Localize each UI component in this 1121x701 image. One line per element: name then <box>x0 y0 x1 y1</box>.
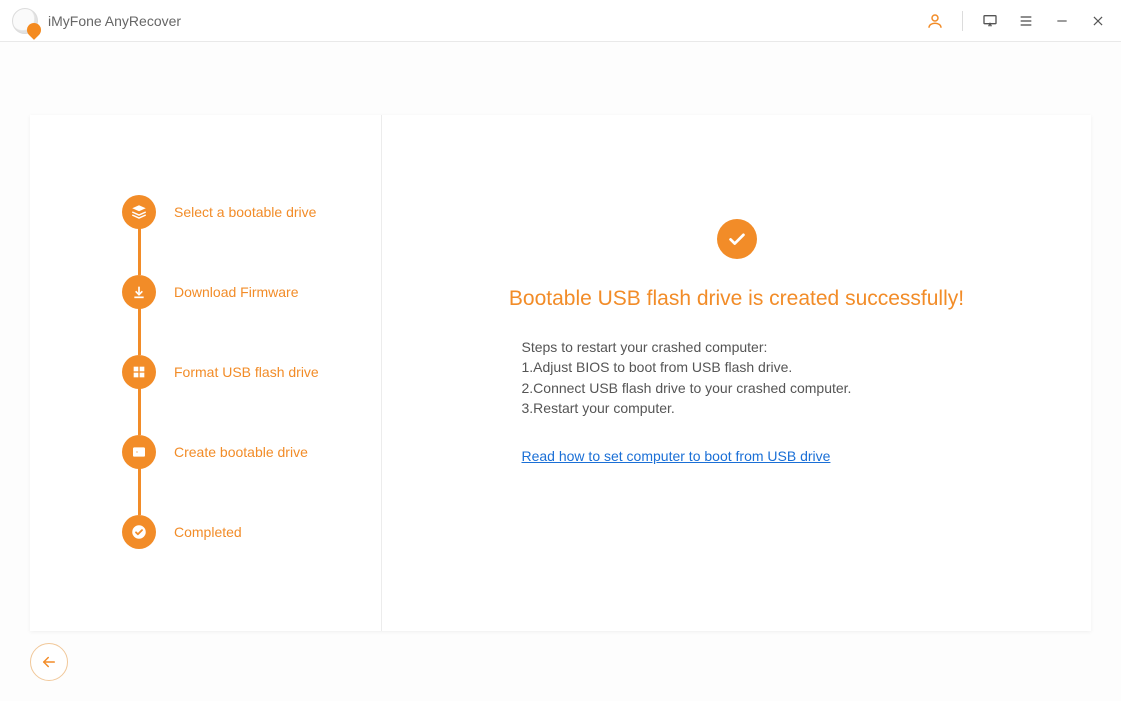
step-select-bootable-drive: Select a bootable drive <box>122 195 381 229</box>
step-connector <box>138 225 141 275</box>
close-icon[interactable] <box>1089 12 1107 30</box>
main-content: Bootable USB flash drive is created succ… <box>382 115 1091 631</box>
step-label: Format USB flash drive <box>174 364 319 380</box>
help-link[interactable]: Read how to set computer to boot from US… <box>522 446 831 466</box>
logo-wrap: iMyFone AnyRecover <box>12 8 181 34</box>
check-circle-icon <box>122 515 156 549</box>
back-button[interactable] <box>30 643 68 681</box>
layers-icon <box>122 195 156 229</box>
instruction-line-2: 2.Connect USB flash drive to your crashe… <box>522 378 952 398</box>
step-label: Completed <box>174 524 242 540</box>
step-label: Select a bootable drive <box>174 204 316 220</box>
step-connector <box>138 305 141 355</box>
step-connector <box>138 465 141 515</box>
step-download-firmware: Download Firmware <box>122 275 381 309</box>
step-completed: Completed <box>122 515 381 549</box>
format-icon <box>122 355 156 389</box>
main-panel: Select a bootable drive Download Firmwar… <box>30 115 1091 631</box>
success-check-icon <box>717 219 757 259</box>
feedback-icon[interactable] <box>981 12 999 30</box>
menu-icon[interactable] <box>1017 12 1035 30</box>
instruction-line-1: 1.Adjust BIOS to boot from USB flash dri… <box>522 357 952 377</box>
arrow-left-icon <box>40 653 58 671</box>
titlebar-right <box>926 11 1107 31</box>
download-icon <box>122 275 156 309</box>
instructions-intro: Steps to restart your crashed computer: <box>522 337 952 357</box>
step-format-usb: Format USB flash drive <box>122 355 381 389</box>
instructions-block: Steps to restart your crashed computer: … <box>522 337 952 466</box>
titlebar-separator <box>962 11 963 31</box>
steps-sidebar: Select a bootable drive Download Firmwar… <box>30 115 382 631</box>
success-title: Bootable USB flash drive is created succ… <box>509 287 964 311</box>
drive-icon <box>122 435 156 469</box>
content-area: Select a bootable drive Download Firmwar… <box>0 42 1121 701</box>
step-label: Create bootable drive <box>174 444 308 460</box>
account-icon[interactable] <box>926 12 944 30</box>
app-logo-icon <box>12 8 38 34</box>
minimize-icon[interactable] <box>1053 12 1071 30</box>
app-title: iMyFone AnyRecover <box>48 13 181 29</box>
instruction-line-3: 3.Restart your computer. <box>522 398 952 418</box>
step-label: Download Firmware <box>174 284 298 300</box>
titlebar: iMyFone AnyRecover <box>0 0 1121 42</box>
step-create-bootable: Create bootable drive <box>122 435 381 469</box>
step-connector <box>138 385 141 435</box>
